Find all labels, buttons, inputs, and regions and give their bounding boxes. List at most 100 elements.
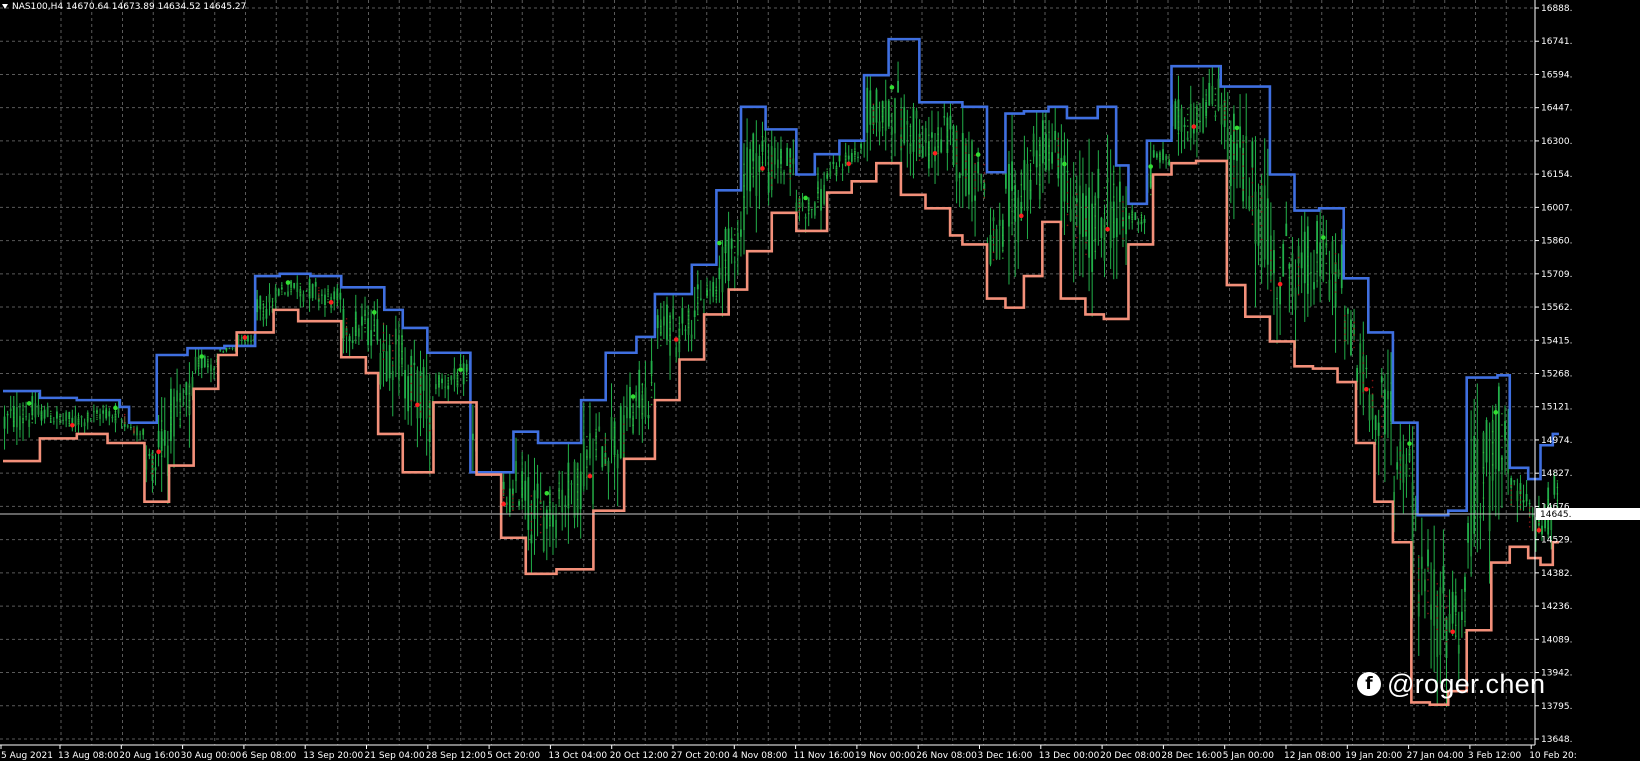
ribbon-dot [1408,460,1411,463]
sell-signal-marker [932,150,938,156]
ribbon-dot [1131,213,1134,216]
price-tick-label: 15860. [1541,237,1573,247]
ribbon-dot [354,334,357,337]
ribbon-dot [290,290,292,293]
ribbon-dot [955,162,958,165]
ribbon-dot [1538,521,1540,524]
ribbon-dot [382,331,385,334]
ribbon-dot [1288,256,1291,259]
ribbon-dot [428,415,431,418]
ribbon-dot [1233,153,1235,156]
price-axis[interactable]: 16888. 16741. 16594. 16447. 16300. 16154. 1600… [1535,4,1573,745]
ribbon-dot [881,126,884,128]
candle-body [921,146,924,158]
candle-body [1229,134,1232,187]
candle-body [465,364,468,372]
ribbon-dot [539,516,542,518]
ribbon-dot [68,420,71,422]
ribbon-dot [354,326,357,328]
ribbon-dot [613,455,616,457]
ribbon-dot [1316,251,1318,254]
buy-signal-marker [630,394,636,399]
dropdown-triangle-icon[interactable] [2,4,8,9]
ribbon-dot [521,487,523,489]
ribbon-dot [1020,172,1023,174]
ribbon-dot [928,140,930,143]
ribbon-dot [1307,255,1309,258]
candle-body [1155,153,1158,158]
ribbon-dot [539,500,542,502]
ribbon-dot [123,422,126,425]
ribbon-dot [1334,272,1337,274]
ribbon-dot [1270,279,1272,282]
candle-body [1054,130,1057,141]
ribbon-dot [872,103,875,106]
ribbon-dot [604,437,607,439]
ribbon-dot [318,297,320,300]
ribbon-dot [1519,489,1522,492]
ribbon-dot [308,288,311,291]
ribbon-dot [1075,236,1078,239]
ribbon-dot [567,488,570,491]
candle-body [1273,250,1275,274]
sell-signal-marker [760,166,765,171]
ribbon-dot [1149,181,1152,183]
ribbon-dot [1556,480,1559,482]
ribbon-dot [308,283,311,285]
candle-body [767,171,770,193]
ribbon-dot [780,161,782,163]
candle-body [552,514,554,527]
ribbon-dot [1353,321,1355,324]
candle-body [151,452,154,481]
ribbon-dot [1519,508,1522,511]
ribbon-dot [752,149,755,152]
ribbon-dot [1140,214,1143,217]
symbol-info[interactable]: NAS100,H4 14670.64 14673.89 14634.52 146… [2,2,246,12]
ribbon-dot [207,358,209,360]
ribbon-dot [937,133,939,135]
candle-body [644,387,647,417]
ribbon-dot [854,155,856,158]
ribbon-dot [1205,105,1207,108]
ribbon-dot [40,407,43,410]
ribbon-dot [1223,109,1226,112]
time-axis[interactable]: 5 Aug 2021 13 Aug 08:00 20 Aug 16:00 30 Aug… [0,745,1577,761]
candle-body [912,108,915,152]
sell-signal-marker [328,300,334,305]
candle-body [712,282,715,297]
candle-body [681,307,684,324]
time-tick-label: 5 Aug 2021 [1,751,53,761]
candle-body [589,433,591,459]
ribbon-dot [641,405,644,408]
ribbon-dot [40,412,43,414]
ribbon-dot [669,340,671,343]
ribbon-dot [558,482,560,484]
ribbon-dot [410,365,413,367]
ribbon-dot [1085,241,1087,244]
candle-body [1380,376,1383,383]
candle-body [240,337,243,339]
ribbon-dot [364,322,366,325]
candle-body [675,347,678,357]
price-tick-label: 14529. [1541,536,1573,546]
ribbon-dot [1057,137,1060,140]
ribbon-dot [1270,259,1272,262]
watermark: f @roger.chen [1357,667,1545,701]
ribbon-dot [1556,493,1559,495]
candle-body [1254,191,1257,244]
ribbon-dot [521,474,523,477]
candle-body [1014,185,1017,222]
candle-body [111,417,114,419]
ribbon-dot [318,289,320,292]
ribbon-dot [1112,221,1115,224]
ribbon-dot [715,298,718,300]
buy-signal-marker [1320,235,1326,240]
candle-body [1051,152,1054,164]
ribbon-dot [835,167,838,170]
ribbon-dot [1501,424,1503,426]
ribbon-dot [123,413,126,416]
ribbon-dot [225,347,228,350]
ribbon-dot [1371,393,1374,395]
ribbon-dot [1362,372,1365,374]
ribbon-dot [1140,219,1143,221]
